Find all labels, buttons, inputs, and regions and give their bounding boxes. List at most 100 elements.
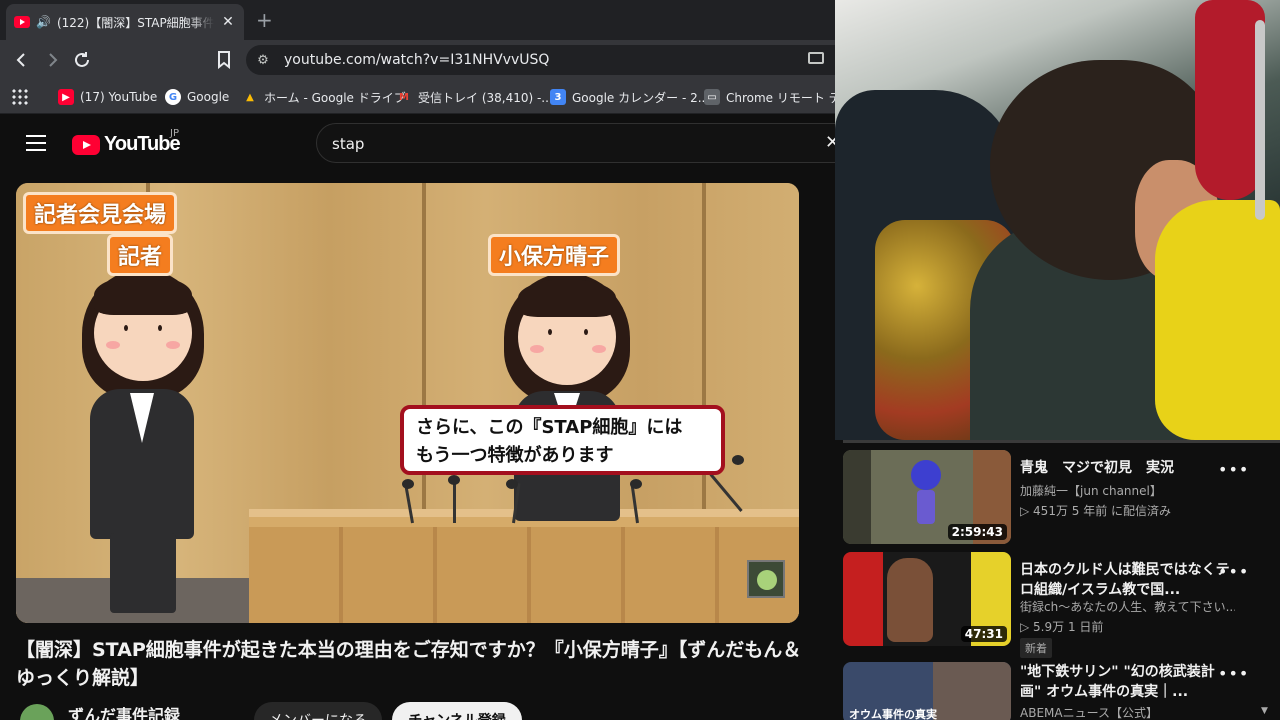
cheek	[530, 345, 544, 353]
site-info-icon[interactable]: ⚙	[254, 51, 272, 69]
divider	[843, 440, 1280, 443]
bookmark-label: (17) YouTube	[80, 90, 158, 104]
tab-title: (122)【闇深】STAP細胞事件が起	[56, 15, 214, 30]
speaker-icon[interactable]: 🔊	[36, 15, 51, 29]
channel-row: ずんだ事件記録 メンバーになる チャンネル登録	[16, 700, 816, 720]
bookmark-label: Google カレンダー - 2...	[572, 90, 710, 105]
watermark-character-icon	[757, 570, 777, 590]
thumb-face	[933, 662, 1011, 720]
recommended-video[interactable]: 2:59:43 青鬼 マジで初見 実況 加藤純一【jun channel】 ▷ …	[843, 446, 1280, 544]
channel-name[interactable]: 街録ch〜あなたの人生、教えて下さい...	[1020, 598, 1235, 615]
video-thumbnail[interactable]: 2:59:43	[843, 450, 1011, 544]
tab-youtube[interactable]: 🔊 (122)【闇深】STAP細胞事件が起 ✕	[6, 4, 244, 40]
subtitle-line: もう一つ特徴があります	[416, 445, 614, 466]
calendar-icon: 3	[550, 89, 566, 105]
video-title[interactable]: 青鬼 マジで初見 実況	[1020, 458, 1230, 478]
thumb-ao-oni-head	[911, 460, 941, 490]
video-meta: ▷ 451万 5 年前 に配信済み	[1020, 504, 1172, 518]
search-input[interactable]: stap ✕	[316, 123, 835, 163]
bookmarks-bar: ▶ (17) YouTube G Google ▲ ホーム - Google ド…	[0, 80, 835, 114]
bookmark-google-drive[interactable]: ▲ ホーム - Google ドライブ	[242, 87, 406, 107]
google-icon: G	[165, 89, 181, 105]
cheek	[592, 345, 606, 353]
youtube-icon: ▶	[58, 89, 74, 105]
bookmark-chrome-remote[interactable]: ▭ Chrome リモート デス...	[704, 87, 835, 107]
microphone-head	[630, 479, 642, 489]
clear-search-icon[interactable]: ✕	[825, 132, 835, 153]
microphone-head	[402, 479, 414, 489]
join-member-button[interactable]: メンバーになる	[254, 702, 382, 720]
bangs	[518, 279, 616, 317]
microphone	[453, 479, 456, 523]
region-code: JP	[170, 128, 179, 139]
thumb-ao-oni-body	[917, 490, 935, 524]
tab-strip: 🔊 (122)【闇深】STAP細胞事件が起 ✕ +	[0, 0, 835, 40]
video-duration: 2:59:43	[947, 524, 1007, 540]
video-thumbnail[interactable]: 47:31	[843, 552, 1011, 646]
skirt	[110, 533, 176, 613]
more-options-icon[interactable]: •••	[1218, 664, 1249, 683]
thumb-wall	[843, 450, 871, 544]
microphone-head	[732, 455, 744, 465]
recommended-video[interactable]: オウム事件の真実 "地下鉄サリン" "幻の核武装計画" オウム事件の真実｜...…	[843, 658, 1280, 720]
forward-icon[interactable]	[40, 48, 64, 72]
apps-grid-icon[interactable]	[11, 88, 28, 105]
screen: 🔊 (122)【闇深】STAP細胞事件が起 ✕ + ⚙ youtube.com/	[0, 0, 1280, 720]
bookmark-label: Chrome リモート デス...	[726, 90, 835, 105]
thumb-face	[887, 558, 933, 642]
recommendations-panel: 2:59:43 青鬼 マジで初見 実況 加藤純一【jun channel】 ▷ …	[835, 440, 1280, 720]
menu-icon[interactable]	[26, 135, 46, 151]
scroll-down-icon[interactable]: ▼	[1261, 706, 1268, 716]
youtube-logo-text: YouTube	[104, 133, 181, 155]
channel-name[interactable]: 加藤純一【jun channel】	[1020, 482, 1235, 499]
bookmark-google-calendar[interactable]: 3 Google カレンダー - 2...	[550, 87, 709, 107]
video-title: 【闇深】STAP細胞事件が起きた本当の理由をご存知ですか？『小保方晴子』【ずんだ…	[16, 639, 802, 689]
youtube-logo-icon	[72, 134, 100, 155]
video-player[interactable]: 記者会見会場 記者 小保方晴子 さらに、この『STAP細胞』には もう一つ特徴が…	[16, 183, 799, 623]
remote-desktop-icon: ▭	[704, 89, 720, 105]
venue-label: 記者会見会場	[23, 192, 178, 234]
bookmark-gmail[interactable]: M 受信トレイ (38,410) -...	[396, 87, 553, 107]
new-tab-button[interactable]: +	[256, 8, 273, 32]
address-bar[interactable]: ⚙ youtube.com/watch?v=I31NHVvvUSQ	[246, 45, 835, 75]
channel-watermark[interactable]	[747, 560, 785, 598]
video-thumbnail[interactable]: オウム事件の真実	[843, 662, 1011, 720]
cast-icon[interactable]	[808, 52, 824, 64]
subscribe-button[interactable]: チャンネル登録	[392, 702, 522, 720]
youtube-favicon-icon	[14, 16, 30, 28]
webcam-metal-bar	[1255, 20, 1265, 220]
browser-window: 🔊 (122)【闇深】STAP細胞事件が起 ✕ + ⚙ youtube.com/	[0, 0, 835, 720]
subtitle-line: さらに、この『STAP細胞』には	[416, 417, 683, 438]
video-subtitle: さらに、この『STAP細胞』には もう一つ特徴があります	[400, 405, 725, 475]
channel-name[interactable]: ABEMAニュース【公式】	[1020, 704, 1235, 720]
bangs	[94, 275, 192, 315]
channel-avatar[interactable]	[20, 704, 54, 720]
video-title[interactable]: 日本のクルド人は難民ではなくテロ組織/イスラム教で国...	[1020, 560, 1230, 600]
youtube-logo[interactable]: YouTube	[72, 133, 181, 156]
eye	[124, 325, 128, 331]
eye	[158, 325, 162, 331]
more-options-icon[interactable]: •••	[1218, 460, 1249, 479]
reporter-label: 記者	[107, 234, 174, 276]
more-options-icon[interactable]: •••	[1218, 562, 1249, 581]
thumb-red-panel	[843, 552, 883, 646]
webcam-overlay	[835, 0, 1280, 440]
reload-icon[interactable]	[70, 48, 94, 72]
speaker-label: 小保方晴子	[488, 234, 621, 276]
gmail-icon: M	[399, 91, 409, 103]
bookmark-google[interactable]: G Google	[165, 87, 229, 107]
bookmark-label: ホーム - Google ドライブ	[264, 90, 406, 105]
bookmark-label: Google	[187, 90, 230, 104]
cheek	[106, 341, 120, 349]
recommended-video[interactable]: 47:31 日本のクルド人は難民ではなくテロ組織/イスラム教で国... 街録ch…	[843, 548, 1280, 658]
video-title[interactable]: "地下鉄サリン" "幻の核武装計画" オウム事件の真実｜...	[1020, 662, 1230, 702]
tab-close-icon[interactable]: ✕	[220, 14, 236, 30]
new-badge: 新着	[1020, 638, 1052, 658]
bookmark-youtube[interactable]: ▶ (17) YouTube	[58, 87, 157, 107]
youtube-masthead: YouTube JP stap ✕	[0, 115, 835, 173]
bookmark-star-icon[interactable]	[212, 48, 236, 72]
channel-name[interactable]: ずんだ事件記録	[68, 702, 180, 720]
microphone-head	[448, 475, 460, 485]
webcam-yellow-object	[1155, 200, 1280, 440]
back-icon[interactable]	[10, 48, 34, 72]
